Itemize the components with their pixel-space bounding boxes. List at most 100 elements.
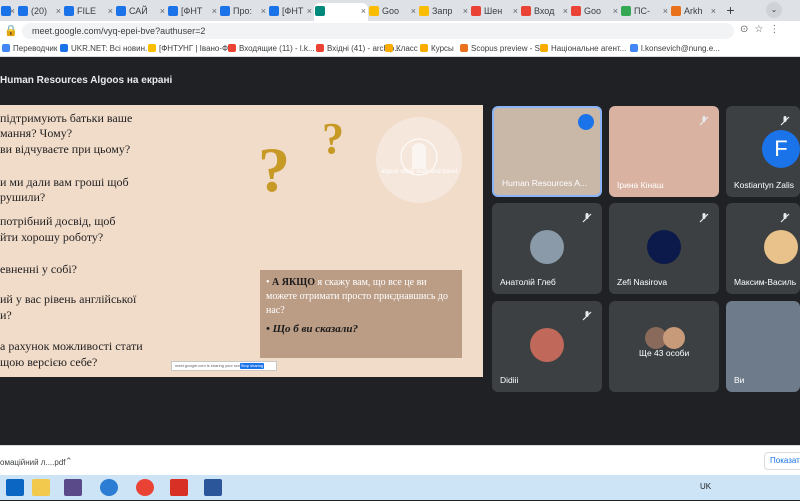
- tab-close-icon[interactable]: ×: [56, 3, 61, 19]
- participant-name: Ще 43 особи: [639, 348, 690, 358]
- browser-tab[interactable]: FILE ×: [63, 3, 115, 21]
- participant-tile[interactable]: F Kostiantyn Zalis: [726, 106, 800, 197]
- browser-tab[interactable]: САЙ ×: [115, 3, 167, 21]
- tab-close-icon[interactable]: ×: [160, 3, 165, 19]
- tab-search-button[interactable]: ⌄: [766, 2, 782, 18]
- participant-tile[interactable]: Didiii: [492, 301, 602, 392]
- tab-close-icon[interactable]: ×: [563, 3, 568, 19]
- tab-close-icon[interactable]: ×: [411, 3, 416, 19]
- address-bar-icons[interactable]: ⊙☆⋮: [740, 24, 785, 35]
- show-all-downloads-button[interactable]: Показат: [764, 452, 800, 470]
- lock-icon[interactable]: 🔒: [4, 24, 18, 38]
- browser-tab[interactable]: ПС- ×: [620, 3, 670, 21]
- avatar: [647, 230, 681, 264]
- edge-icon[interactable]: [100, 479, 118, 496]
- tab-close-icon[interactable]: ×: [212, 3, 217, 19]
- tab-favicon-icon: [315, 6, 325, 16]
- tab-close-icon[interactable]: ×: [663, 3, 668, 19]
- bookmark-label: Національне агент...: [551, 44, 627, 53]
- presenter-label: Human Resources Algoos на екрані: [0, 75, 173, 86]
- tab-close-icon[interactable]: ×: [361, 3, 366, 19]
- browser-tab[interactable]: [ФНТ ×: [167, 3, 219, 21]
- bookmark-item[interactable]: Курсы: [420, 43, 454, 55]
- slide-text-line: ий у вас рівень англійської: [0, 292, 137, 306]
- bookmark-item[interactable]: Національне агент...: [540, 43, 626, 55]
- tab-close-icon[interactable]: ×: [463, 3, 468, 19]
- participant-tile[interactable]: Анатолій Глеб: [492, 203, 602, 294]
- bookmark-item[interactable]: Класс: [385, 43, 418, 55]
- browser-tab[interactable]: ×: [0, 3, 17, 21]
- download-item[interactable]: омаційний л....pdf: [0, 458, 65, 467]
- mic-off-icon: [778, 114, 792, 128]
- word-icon[interactable]: [204, 479, 222, 496]
- bookmark-item[interactable]: Переводчик: [2, 43, 57, 55]
- download-shelf: омаційний л....pdf ⌃ Показат: [0, 445, 800, 475]
- tab-close-icon[interactable]: ×: [108, 3, 113, 19]
- tab-favicon-icon: [571, 6, 581, 16]
- slide-text-line: йти хорошу роботу?: [0, 230, 104, 244]
- bookmark-item[interactable]: l.konsevich@nung.e...: [630, 43, 720, 55]
- bookmark-item[interactable]: UKR.NET: Всі новин...: [60, 43, 152, 55]
- participant-tile[interactable]: Максим-Василь: [726, 203, 800, 294]
- participant-tile[interactable]: Ірина Кінаш: [609, 106, 719, 197]
- tab-close-icon[interactable]: ×: [261, 3, 266, 19]
- tab-close-icon[interactable]: ×: [10, 3, 15, 19]
- chevron-up-icon[interactable]: ⌃: [65, 456, 73, 467]
- mic-off-icon: [697, 114, 711, 128]
- file-explorer-icon[interactable]: [32, 479, 50, 496]
- slide-text-line: и?: [0, 308, 12, 322]
- browser-tab[interactable]: (20) ×: [17, 3, 63, 21]
- archive-icon[interactable]: [64, 479, 82, 496]
- participant-tile[interactable]: Zefi Nasirova: [609, 203, 719, 294]
- screen-share-bar: meet.google.com is sharing your screen S…: [171, 361, 277, 371]
- browser-tab[interactable]: Goo ×: [368, 3, 418, 21]
- tab-favicon-icon: [168, 6, 178, 16]
- browser-tab[interactable]: Про: ×: [219, 3, 268, 21]
- browser-tab[interactable]: Arkh ×: [670, 3, 718, 21]
- participant-name: Максим-Василь: [734, 277, 797, 287]
- bookmark-label: Переводчик: [13, 44, 58, 53]
- slide-text-line: рушили?: [0, 190, 46, 204]
- stop-sharing-button[interactable]: Stop sharing: [240, 363, 264, 369]
- avatar: [530, 230, 564, 264]
- browser-tab[interactable]: Шен ×: [470, 3, 520, 21]
- slide-text-line: щою версією себе?: [0, 355, 98, 369]
- browser-tab[interactable]: Вход ×: [520, 3, 570, 21]
- tab-close-icon[interactable]: ×: [711, 3, 716, 19]
- language-indicator[interactable]: UK: [700, 482, 711, 491]
- participant-tile[interactable]: Ви: [726, 301, 800, 392]
- shared-slide: підтримують батьки ваше мання? Чому? ви ві…: [0, 105, 483, 377]
- bookmark-favicon-icon: [228, 44, 236, 52]
- browser-tab[interactable]: Запр ×: [418, 3, 470, 21]
- tab-close-icon[interactable]: ×: [613, 3, 618, 19]
- bookmark-favicon-icon: [60, 44, 68, 52]
- tab-label: Arkh: [684, 6, 703, 16]
- browser-tab-strip: × (20) × FILE × САЙ × [ФНТ × Про: × [ФНТ × × Goo × Запр ×…: [0, 0, 800, 21]
- tab-favicon-icon: [369, 6, 379, 16]
- chrome-icon[interactable]: [136, 479, 154, 496]
- question-mark-small: ?: [322, 114, 344, 163]
- slide-text-line: ви відчуваєте при цьому?: [0, 142, 131, 156]
- tab-favicon-icon: [471, 6, 481, 16]
- participant-tile[interactable]: Human Resources A...: [492, 106, 602, 197]
- browser-tab[interactable]: Goo ×: [570, 3, 620, 21]
- browser-tab[interactable]: ×: [314, 3, 368, 21]
- bookmark-favicon-icon: [630, 44, 638, 52]
- bookmark-item[interactable]: [ФНТУНГ | Івано-Ф...: [148, 43, 235, 55]
- start-icon[interactable]: [6, 479, 24, 496]
- new-tab-button[interactable]: +: [722, 2, 739, 19]
- bookmark-label: Класс: [396, 44, 418, 53]
- bookmark-item[interactable]: Scopus preview - S...: [460, 43, 547, 55]
- slide-text-line: мання? Чому?: [0, 126, 73, 140]
- participant-tile[interactable]: Ще 43 особи: [609, 301, 719, 392]
- pdf-reader-icon[interactable]: [170, 479, 188, 496]
- browser-tab[interactable]: [ФНТ ×: [268, 3, 314, 21]
- slide-text-line: а рахунок можливості стати: [0, 339, 143, 353]
- tab-close-icon[interactable]: ×: [307, 3, 312, 19]
- slide-text-line: евненні у собі?: [0, 262, 78, 276]
- bookmark-favicon-icon: [420, 44, 428, 52]
- tab-close-icon[interactable]: ×: [513, 3, 518, 19]
- bookmark-favicon-icon: [385, 44, 393, 52]
- bookmark-item[interactable]: Входящие (11) - l.k...: [228, 43, 315, 55]
- url-field[interactable]: meet.google.com/vyq-epei-bve?authuser=2: [22, 23, 734, 39]
